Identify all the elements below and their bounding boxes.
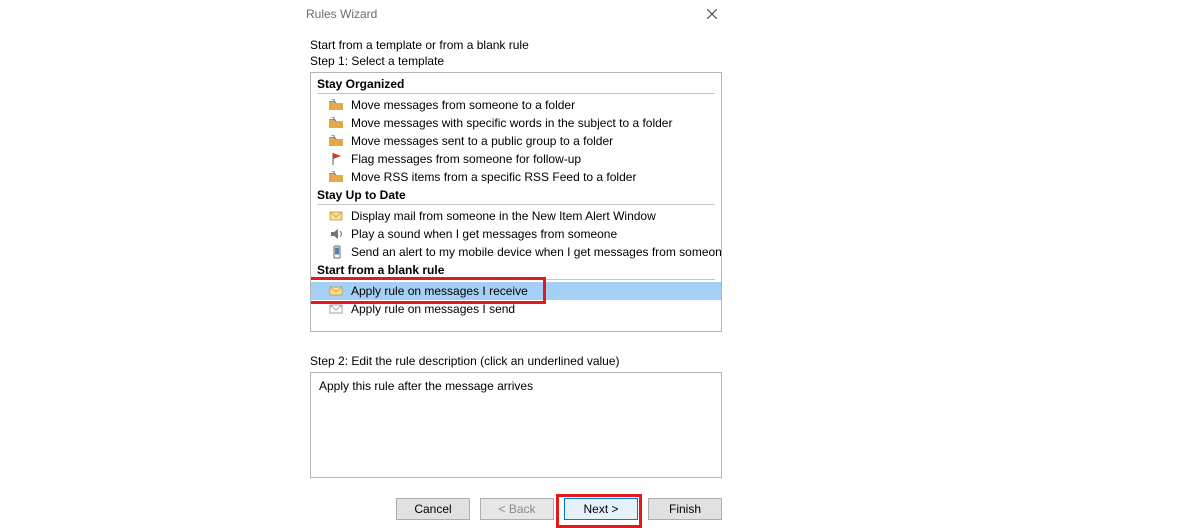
- section-header-organized: Stay Organized: [311, 75, 721, 91]
- speaker-icon: [329, 227, 345, 241]
- rule-description-text: Apply this rule after the message arrive…: [319, 379, 533, 393]
- template-label: Apply rule on messages I send: [351, 301, 515, 317]
- template-item-display-alert[interactable]: Display mail from someone in the New Ite…: [311, 207, 721, 225]
- section-rule: [317, 93, 715, 94]
- template-label: Move messages with specific words in the…: [351, 115, 672, 131]
- folder-move-icon: [329, 170, 345, 184]
- section-header-uptodate: Stay Up to Date: [311, 186, 721, 202]
- envelope-in-icon: [329, 284, 345, 298]
- cancel-button[interactable]: Cancel: [396, 498, 470, 520]
- template-label: Play a sound when I get messages from so…: [351, 226, 617, 242]
- close-icon: [707, 9, 717, 19]
- folder-move-icon: [329, 98, 345, 112]
- step1-label: Step 1: Select a template: [310, 54, 722, 68]
- back-button: < Back: [480, 498, 554, 520]
- intro-text: Start from a template or from a blank ru…: [310, 38, 722, 52]
- envelope-alert-icon: [329, 209, 345, 223]
- template-label: Flag messages from someone for follow-up: [351, 151, 581, 167]
- step2-label: Step 2: Edit the rule description (click…: [310, 354, 722, 368]
- template-label: Move messages sent to a public group to …: [351, 133, 613, 149]
- template-label: Display mail from someone in the New Ite…: [351, 208, 656, 224]
- next-button[interactable]: Next >: [564, 498, 638, 520]
- template-item-play-sound[interactable]: Play a sound when I get messages from so…: [311, 225, 721, 243]
- folder-move-icon: [329, 134, 345, 148]
- template-label: Send an alert to my mobile device when I…: [351, 244, 722, 260]
- rules-wizard-dialog: Rules Wizard Start from a template or fr…: [298, 0, 734, 526]
- section-rule: [317, 279, 715, 280]
- title-bar: Rules Wizard: [298, 0, 734, 28]
- section-header-blank: Start from a blank rule: [311, 261, 721, 277]
- mobile-device-icon: [329, 245, 345, 259]
- template-item-move-from-someone[interactable]: Move messages from someone to a folder: [311, 96, 721, 114]
- template-item-move-public-group[interactable]: Move messages sent to a public group to …: [311, 132, 721, 150]
- template-item-flag-followup[interactable]: Flag messages from someone for follow-up: [311, 150, 721, 168]
- close-button[interactable]: [696, 0, 728, 28]
- envelope-out-icon: [329, 302, 345, 316]
- section-rule: [317, 204, 715, 205]
- flag-icon: [329, 152, 345, 166]
- template-listbox[interactable]: Stay Organized Move messages from someon…: [310, 72, 722, 332]
- template-item-mobile-alert[interactable]: Send an alert to my mobile device when I…: [311, 243, 721, 261]
- template-label: Apply rule on messages I receive: [351, 283, 528, 299]
- folder-move-icon: [329, 116, 345, 130]
- finish-button[interactable]: Finish: [648, 498, 722, 520]
- template-item-move-rss[interactable]: Move RSS items from a specific RSS Feed …: [311, 168, 721, 186]
- window-title: Rules Wizard: [306, 7, 377, 21]
- template-label: Move RSS items from a specific RSS Feed …: [351, 169, 636, 185]
- dialog-footer: Cancel < Back Next > Finish: [298, 488, 734, 526]
- template-item-move-subject-words[interactable]: Move messages with specific words in the…: [311, 114, 721, 132]
- template-label: Move messages from someone to a folder: [351, 97, 575, 113]
- template-item-send[interactable]: Apply rule on messages I send: [311, 300, 721, 318]
- dialog-body: Start from a template or from a blank ru…: [298, 28, 734, 488]
- template-item-receive[interactable]: Apply rule on messages I receive: [311, 282, 721, 300]
- rule-description-box[interactable]: Apply this rule after the message arrive…: [310, 372, 722, 478]
